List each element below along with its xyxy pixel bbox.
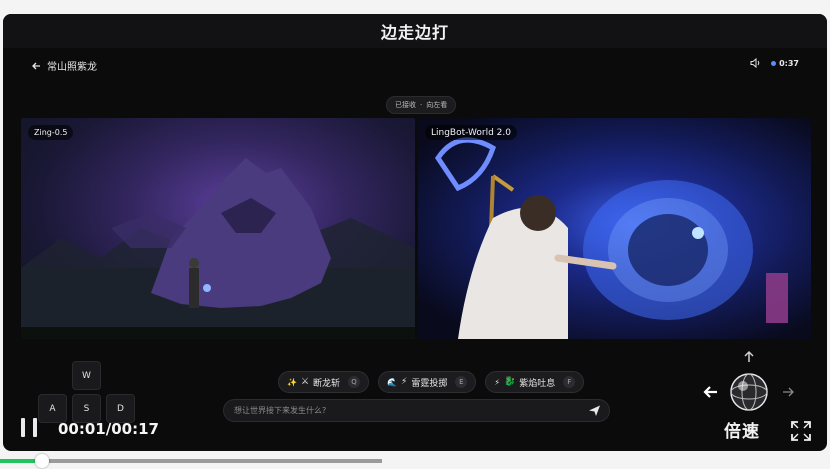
action-dragon-slash-button[interactable]: ✨ ⚔ 断龙斩 Q [278, 371, 370, 393]
key-a[interactable]: A [38, 394, 67, 423]
scene-name: 常山照紫龙 [47, 62, 97, 73]
right-video-panel[interactable]: LingBot-World 2.0 [418, 118, 811, 339]
pause-button[interactable] [21, 418, 37, 437]
top-right-controls: 0:37 [749, 57, 799, 69]
key-d[interactable]: D [106, 394, 135, 423]
status-dot [771, 60, 777, 66]
right-model-label: LingBot-World 2.0 [425, 125, 517, 140]
back-button[interactable]: 常山照紫龙 [31, 58, 97, 73]
sparkle-icon: ✨ [287, 377, 297, 387]
action-thunder-throw-button[interactable]: 🌊 ⚡ 雷霆投掷 E [378, 371, 477, 393]
playback-time: 00:01/00:17 [58, 420, 159, 438]
sword-icon: ⚔ [300, 377, 310, 387]
action-label: 断龙斩 [313, 378, 341, 389]
window-title-bar: 边走边打 [3, 14, 827, 48]
status-action: 向左看 [426, 101, 448, 109]
pause-icon-bar [33, 418, 37, 437]
action-bar: ✨ ⚔ 断龙斩 Q 🌊 ⚡ 雷霆投掷 E ⚡ 🐉 紫焰吐息 F [278, 371, 585, 393]
pause-icon-bar [21, 418, 25, 437]
lightning-icon: ⚡ [401, 377, 408, 387]
dragon-scene [21, 158, 415, 339]
progress-track[interactable] [0, 459, 382, 463]
prompt-placeholder: 想让世界接下来发生什么? [234, 406, 327, 415]
session-timer: 0:37 [771, 59, 799, 68]
left-video-panel[interactable]: Zing-0.5 [21, 118, 415, 339]
status-chip: 已接收 · 向左看 [386, 96, 457, 114]
page-frame: 边走边打 常山照紫龙 0:37 已接收 · 向左看 Zing-0.5 LingB… [0, 0, 830, 469]
action-hotkey: E [455, 376, 468, 388]
prompt-input[interactable]: 想让世界接下来发生什么? [223, 399, 610, 422]
speed-button[interactable]: 倍速 [724, 417, 760, 442]
portal-scene [434, 137, 788, 339]
timer-text: 0:37 [779, 58, 799, 68]
send-icon[interactable] [588, 404, 601, 417]
left-model-label: Zing-0.5 [28, 125, 74, 140]
status-separator: · [420, 101, 423, 109]
back-arrow-icon [32, 62, 40, 69]
action-hotkey: F [563, 376, 576, 388]
progress-knob[interactable] [35, 454, 50, 468]
status-received: 已接收 [395, 101, 416, 109]
fullscreen-icon[interactable] [790, 420, 812, 442]
dragon-icon: 🐉 [504, 377, 516, 387]
key-w[interactable]: W [72, 361, 101, 390]
action-label: 雷霆投掷 [411, 378, 448, 389]
speaker-icon[interactable] [749, 57, 761, 69]
key-s[interactable]: S [72, 394, 101, 423]
action-purple-flame-button[interactable]: ⚡ 🐉 紫焰吐息 F [485, 371, 585, 393]
action-hotkey: Q [348, 376, 361, 388]
window-title: 边走边打 [380, 23, 449, 42]
app-window: 边走边打 常山照紫龙 0:37 已接收 · 向左看 Zing-0.5 LingB… [3, 14, 827, 451]
wave-icon: 🌊 [387, 377, 398, 387]
lightning-icon: ⚡ [494, 377, 500, 387]
action-label: 紫焰吐息 [519, 378, 556, 389]
